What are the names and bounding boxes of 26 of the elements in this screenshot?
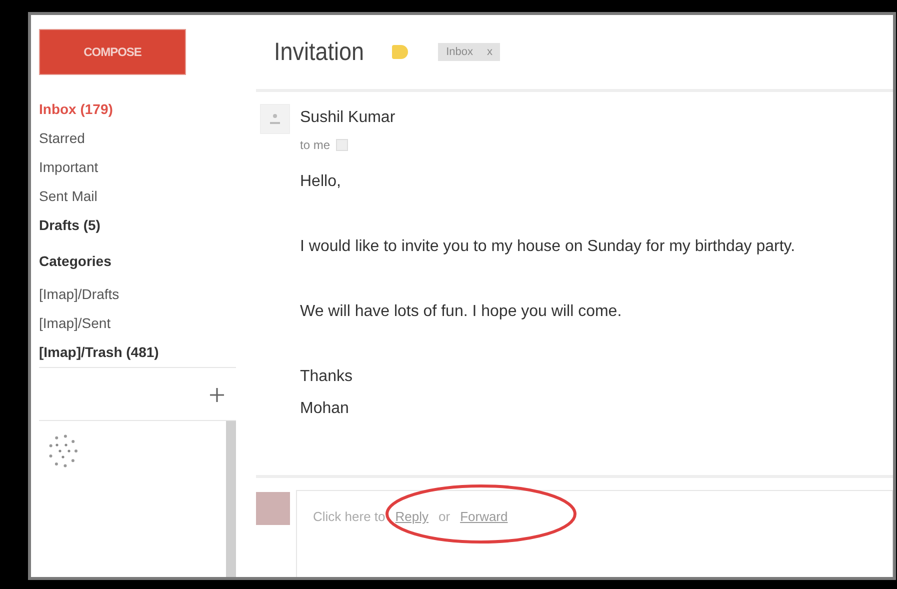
sidebar-item[interactable]: Inbox (179) bbox=[39, 95, 236, 124]
reply-prompt-text: Click here to bbox=[313, 509, 386, 526]
sender-avatar-icon bbox=[260, 104, 290, 134]
sender-name: Sushil Kumar bbox=[300, 108, 396, 128]
sidebar-item[interactable]: Drafts (5) bbox=[39, 211, 236, 240]
message-line: We will have lots of fun. I hope you will come. bbox=[300, 302, 623, 322]
importance-marker-icon[interactable] bbox=[392, 45, 408, 59]
reply-prompt-text: or bbox=[438, 509, 450, 526]
sidebar-item[interactable]: Starred bbox=[39, 124, 236, 153]
message-line: I would like to invite you to my house on Sunday for my birthday party. bbox=[300, 237, 796, 257]
sidebar-item[interactable]: [Imap]/Drafts bbox=[39, 280, 236, 309]
sidebar-item[interactable]: Sent Mail bbox=[39, 182, 236, 211]
sidebar-item[interactable]: [Imap]/Trash (481) bbox=[39, 338, 236, 367]
sidebar-item[interactable]: [Imap]/Sent bbox=[39, 309, 236, 338]
plus-icon[interactable] bbox=[210, 388, 224, 402]
user-avatar bbox=[256, 492, 290, 525]
email-subject: Invitation bbox=[274, 38, 364, 66]
scrollbar[interactable] bbox=[226, 421, 236, 577]
categories-heading: Categories bbox=[39, 252, 112, 271]
message-line: Mohan bbox=[300, 399, 350, 419]
message-line: Thanks bbox=[300, 367, 354, 387]
details-dropdown-icon[interactable] bbox=[336, 139, 348, 151]
sidebar-item[interactable]: Important bbox=[39, 153, 236, 182]
message-line: Hello, bbox=[300, 172, 342, 192]
recipient-text: to me bbox=[300, 138, 330, 152]
label-text: Inbox bbox=[446, 46, 473, 58]
